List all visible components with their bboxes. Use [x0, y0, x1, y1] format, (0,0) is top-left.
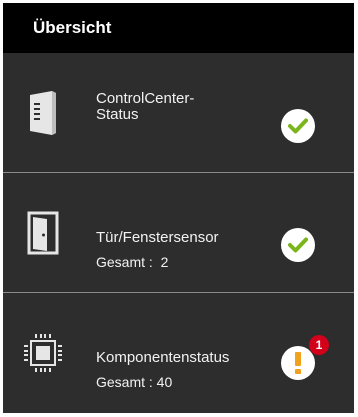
status-ok-badge [281, 109, 315, 143]
checkmark-icon [288, 237, 308, 253]
exclamation-icon [295, 352, 301, 374]
row-title-line1: ControlCenter- [96, 90, 195, 107]
row-subtitle: Gesamt : 40 [96, 374, 173, 390]
row-title: Komponentenstatus [96, 349, 230, 366]
door-icon [23, 209, 63, 257]
control-center-icon [23, 89, 63, 137]
overview-widget: Übersicht ControlCenter- Status Tür/Fens… [3, 3, 354, 413]
list-item-controlcenter-status[interactable]: ControlCenter- Status [3, 53, 354, 173]
list-item-door-window-sensor[interactable]: Tür/Fenstersensor Gesamt : 2 [3, 173, 354, 293]
row-text: Komponentenstatus Gesamt : 40 [96, 349, 230, 391]
row-text: ControlCenter- Status [96, 91, 194, 123]
row-text: Tür/Fenstersensor Gesamt : 2 [96, 229, 219, 271]
status-ok-badge [281, 228, 315, 262]
widget-title: Übersicht [33, 18, 112, 37]
widget-header: Übersicht [3, 3, 354, 53]
row-title: Tür/Fenstersensor [96, 229, 219, 246]
notification-count-badge: 1 [309, 335, 329, 355]
row-subtitle: Gesamt : 2 [96, 254, 169, 270]
status-warning-badge [281, 346, 315, 380]
checkmark-icon [288, 118, 308, 134]
row-title-line2: Status [96, 106, 139, 123]
list-item-component-status[interactable]: Komponentenstatus Gesamt : 40 1 [3, 293, 354, 413]
chip-icon [23, 329, 63, 377]
